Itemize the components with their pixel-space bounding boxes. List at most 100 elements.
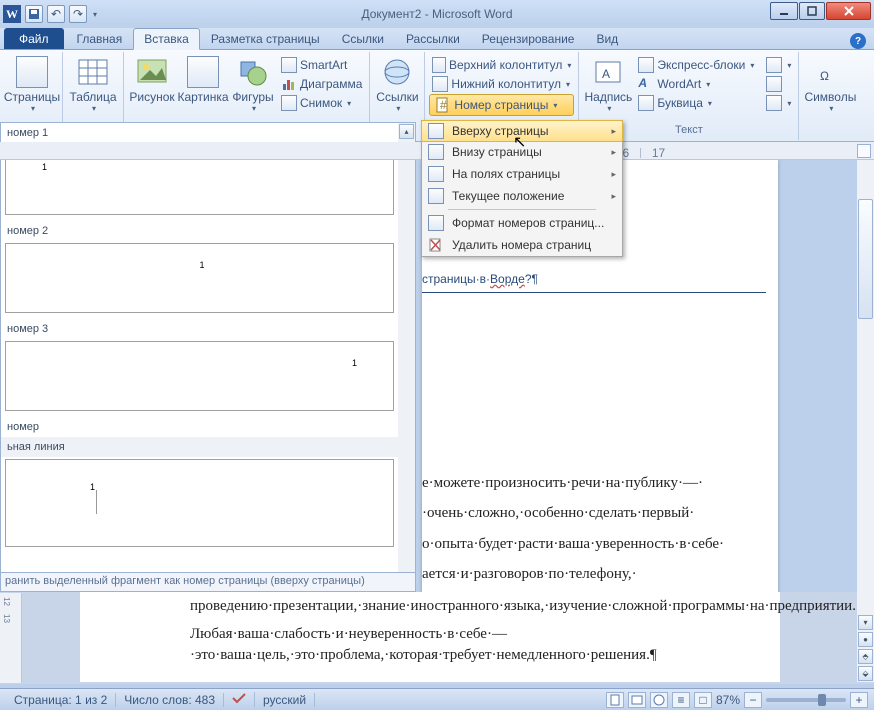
signature-button[interactable]: ▾ bbox=[763, 56, 794, 74]
gallery-cat-2: номер 2 bbox=[1, 221, 398, 241]
symbols-label: Символы bbox=[804, 90, 856, 104]
status-page[interactable]: Страница: 1 из 2 bbox=[6, 693, 116, 707]
svg-text:#: # bbox=[440, 98, 447, 112]
undo-button[interactable]: ↶ bbox=[47, 5, 65, 23]
header-icon bbox=[432, 57, 446, 73]
doc-paragraph: проведению·презентации,·знание·иностранн… bbox=[190, 596, 740, 616]
page-bottom-icon bbox=[428, 144, 444, 160]
gallery-footer[interactable]: ранить выделенный фрагмент как номер стр… bbox=[0, 572, 416, 592]
gallery-item[interactable]: 1 bbox=[5, 459, 394, 547]
redo-button[interactable]: ↷ bbox=[69, 5, 87, 23]
view-full-screen[interactable] bbox=[628, 692, 646, 708]
scroll-thumb[interactable] bbox=[858, 199, 873, 319]
minimize-button[interactable] bbox=[770, 2, 798, 20]
pn-format[interactable]: Формат номеров страниц... bbox=[422, 212, 622, 234]
zoom-level[interactable]: 87% bbox=[716, 693, 740, 707]
pn-bottom-of-page[interactable]: Внизу страницы▸ bbox=[422, 141, 622, 163]
symbols-button[interactable]: Ω Символы ▾ bbox=[803, 54, 857, 113]
status-proofing[interactable] bbox=[224, 692, 255, 707]
gallery-cat-1: номер 1 bbox=[1, 123, 398, 143]
page-number-button[interactable]: #Номер страницы▾ bbox=[429, 94, 574, 116]
view-outline[interactable]: ≡ bbox=[672, 692, 690, 708]
table-icon bbox=[77, 56, 109, 88]
footer-button[interactable]: Нижний колонтитул▾ bbox=[429, 75, 574, 93]
picture-button[interactable]: Рисунок bbox=[128, 54, 176, 104]
header-button[interactable]: Верхний колонтитул▾ bbox=[429, 56, 574, 74]
gallery-cat-3: номер 3 bbox=[1, 319, 398, 339]
pages-label: Страницы bbox=[4, 90, 60, 104]
textbox-button[interactable]: A Надпись ▾ bbox=[583, 54, 633, 113]
shapes-label: Фигуры bbox=[232, 90, 273, 104]
gallery-scrollbar[interactable]: ▴ ▾ bbox=[398, 123, 415, 591]
pn-remove[interactable]: Удалить номера страниц bbox=[422, 234, 622, 256]
object-icon bbox=[766, 95, 782, 111]
quickparts-button[interactable]: Экспресс-блоки▾ bbox=[635, 56, 757, 74]
help-icon[interactable]: ? bbox=[850, 33, 866, 49]
dropcap-button[interactable]: Буквица▾ bbox=[635, 94, 757, 112]
prev-page-icon[interactable]: ⬘ bbox=[858, 649, 873, 664]
tab-references[interactable]: Ссылки bbox=[331, 28, 395, 49]
screenshot-button[interactable]: Снимок▾ bbox=[278, 94, 365, 112]
tab-mailings[interactable]: Рассылки bbox=[395, 28, 471, 49]
scroll-up-icon[interactable]: ▴ bbox=[399, 124, 414, 139]
status-language[interactable]: русский bbox=[255, 693, 315, 707]
object-button[interactable]: ▾ bbox=[763, 94, 794, 112]
menu-separator bbox=[448, 209, 596, 210]
next-page-icon[interactable]: ⬙ bbox=[858, 666, 873, 681]
document-heading: страницы·в·Ворде?¶ bbox=[422, 260, 766, 293]
picture-label: Рисунок bbox=[129, 90, 174, 104]
zoom-in-button[interactable]: + bbox=[850, 692, 868, 708]
links-button[interactable]: Ссылки ▾ bbox=[374, 54, 420, 113]
page-top-icon bbox=[428, 123, 444, 139]
chart-button[interactable]: Диаграмма bbox=[278, 75, 365, 93]
scroll-down-icon[interactable]: ▾ bbox=[858, 615, 873, 630]
view-web-layout[interactable] bbox=[650, 692, 668, 708]
vertical-scrollbar[interactable]: ▴ ▾ ● ⬘ ⬙ bbox=[857, 142, 874, 682]
shapes-button[interactable]: Фигуры ▾ bbox=[230, 54, 276, 113]
title-bar: W ↶ ↷ ▾ Документ2 - Microsoft Word bbox=[0, 0, 874, 28]
browse-object-icon[interactable]: ● bbox=[858, 632, 873, 647]
table-button[interactable]: Таблица ▾ bbox=[67, 54, 119, 113]
pages-button[interactable]: Страницы ▾ bbox=[6, 54, 58, 113]
status-words[interactable]: Число слов: 483 bbox=[116, 693, 224, 707]
page-current-icon bbox=[428, 188, 444, 204]
qat-customize-icon[interactable]: ▾ bbox=[93, 10, 97, 19]
page-format-icon bbox=[428, 215, 444, 231]
ruler-toggle[interactable] bbox=[857, 144, 871, 158]
datetime-button[interactable] bbox=[763, 75, 794, 93]
zoom-slider[interactable] bbox=[766, 698, 846, 702]
doc-paragraph: ается·и·разговоров·по·телефону,· bbox=[422, 564, 766, 584]
tab-home[interactable]: Главная bbox=[66, 28, 134, 49]
page-number-menu: Вверху страницы▸ Внизу страницы▸ На поля… bbox=[421, 120, 623, 257]
gallery-item[interactable]: 1 bbox=[5, 243, 394, 313]
maximize-button[interactable] bbox=[799, 2, 825, 20]
submenu-arrow-icon: ▸ bbox=[611, 147, 616, 158]
tab-file[interactable]: Файл bbox=[4, 28, 64, 49]
submenu-arrow-icon: ▸ bbox=[611, 169, 616, 180]
page-margins-icon bbox=[428, 166, 444, 182]
gallery-item[interactable]: 1 bbox=[5, 341, 394, 411]
tab-insert[interactable]: Вставка bbox=[133, 28, 200, 50]
wordart-button[interactable]: AWordArt▾ bbox=[635, 75, 757, 93]
pn-top-of-page[interactable]: Вверху страницы▸ bbox=[421, 120, 623, 142]
svg-text:A: A bbox=[602, 67, 610, 81]
tab-layout[interactable]: Разметка страницы bbox=[200, 28, 331, 49]
svg-text:Ω: Ω bbox=[820, 69, 829, 83]
word-icon[interactable]: W bbox=[3, 5, 21, 23]
view-draft[interactable]: □ bbox=[694, 692, 712, 708]
zoom-out-button[interactable]: − bbox=[744, 692, 762, 708]
save-button[interactable] bbox=[25, 5, 43, 23]
zoom-knob[interactable] bbox=[818, 694, 826, 706]
smartart-icon bbox=[281, 57, 297, 73]
clipart-icon bbox=[187, 56, 219, 88]
tab-view[interactable]: Вид bbox=[585, 28, 629, 49]
smartart-button[interactable]: SmartArt bbox=[278, 56, 365, 74]
tab-review[interactable]: Рецензирование bbox=[471, 28, 586, 49]
pn-current-position[interactable]: Текущее положение▸ bbox=[422, 185, 622, 207]
clipart-button[interactable]: Картинка bbox=[178, 54, 228, 104]
vertical-ruler[interactable]: 1213 bbox=[0, 593, 22, 683]
close-button[interactable] bbox=[826, 2, 871, 20]
view-print-layout[interactable] bbox=[606, 692, 624, 708]
pn-page-margins[interactable]: На полях страницы▸ bbox=[422, 163, 622, 185]
status-bar: Страница: 1 из 2 Число слов: 483 русский… bbox=[0, 688, 874, 710]
